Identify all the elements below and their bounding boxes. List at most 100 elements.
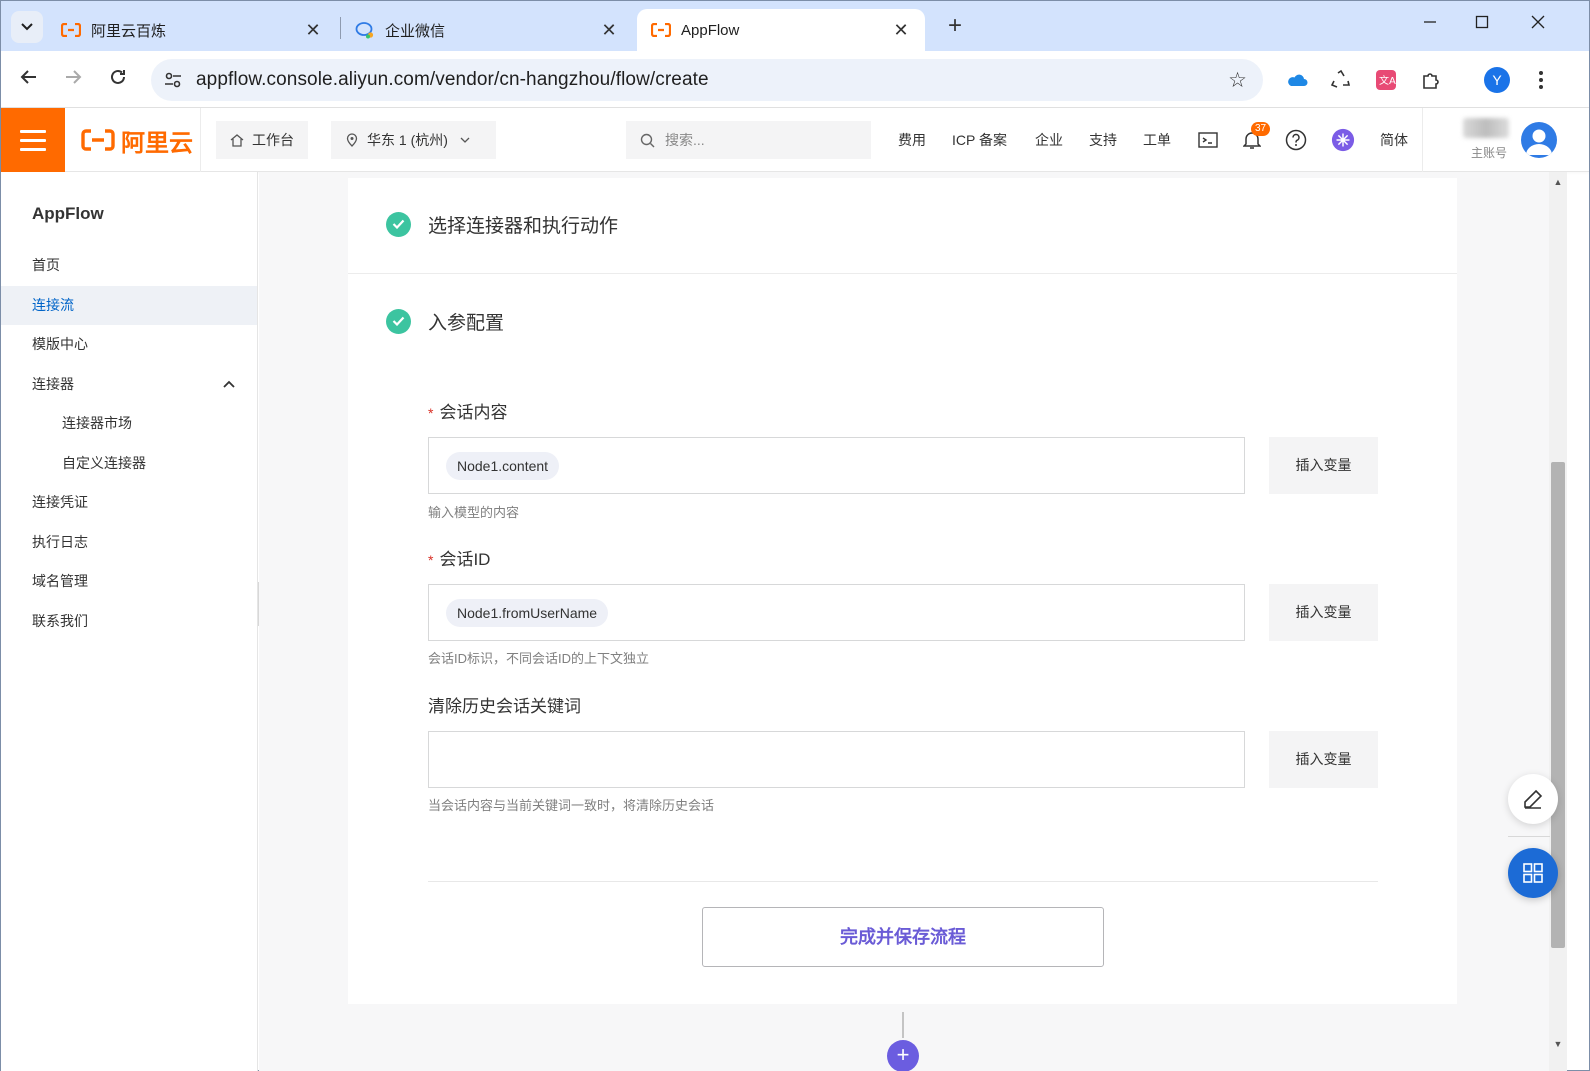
- sidebar-item-domains[interactable]: 域名管理: [1, 562, 257, 601]
- wecom-icon: [355, 20, 375, 40]
- address-bar[interactable]: appflow.console.aliyun.com/vendor/cn-han…: [151, 59, 1263, 101]
- tab-wecom[interactable]: 企业微信 ✕: [341, 9, 633, 51]
- required-asterisk: *: [428, 405, 434, 421]
- field-help-text: 会话ID标识，不同会话ID的上下文独立: [428, 651, 650, 666]
- tab-appflow[interactable]: AppFlow ✕: [637, 9, 925, 51]
- console-search-input[interactable]: 搜索...: [626, 121, 871, 159]
- region-selector[interactable]: 华东 1 (杭州): [331, 121, 496, 159]
- help-icon[interactable]: [1284, 128, 1308, 152]
- sidebar-item-connector-market[interactable]: 连接器市场: [1, 404, 257, 443]
- ai-assistant-icon[interactable]: [1331, 128, 1355, 152]
- close-icon: [1531, 15, 1545, 29]
- tab-search-button[interactable]: [11, 11, 43, 43]
- sidebar-item-flows[interactable]: 连接流: [1, 286, 257, 325]
- svg-text:文A: 文A: [1379, 74, 1396, 87]
- field-help-text: 当会话内容与当前关键词一致时，将清除历史会话: [428, 798, 715, 813]
- translate-extension-icon[interactable]: 文A: [1373, 67, 1399, 93]
- minimize-button[interactable]: [1415, 13, 1445, 39]
- header-link-support[interactable]: 支持: [1089, 130, 1117, 150]
- chevron-down-icon: [460, 137, 470, 143]
- step-divider: [348, 273, 1457, 274]
- sidebar-item-connectors[interactable]: 连接器: [1, 365, 257, 404]
- logo-text: 阿里云: [121, 129, 193, 157]
- step-label: 选择连接器和执行动作: [428, 215, 619, 237]
- console-header: 阿里云 工作台 华东 1 (杭州) 搜索... 费用 ICP 备案 企业 支持 …: [1, 108, 1589, 172]
- chevron-down-icon: [21, 23, 33, 31]
- apps-grid-button[interactable]: [1508, 848, 1558, 898]
- extensions-puzzle-icon[interactable]: [1418, 67, 1444, 93]
- onedrive-cloud-icon[interactable]: [1284, 67, 1310, 93]
- field-label-clear-keyword: 清除历史会话关键词: [428, 697, 581, 716]
- close-window-button[interactable]: [1523, 13, 1553, 39]
- arrow-right-icon: [66, 70, 82, 84]
- close-icon[interactable]: ✕: [599, 20, 619, 40]
- sidebar-item-label: 连接器: [32, 376, 74, 392]
- aliyun-icon: [61, 20, 81, 40]
- header-link-billing[interactable]: 费用: [898, 130, 926, 150]
- content-input[interactable]: Node1.content: [428, 437, 1245, 494]
- workbench-label: 工作台: [252, 132, 294, 148]
- forward-button[interactable]: [59, 65, 87, 93]
- add-node-button[interactable]: +: [887, 1040, 919, 1071]
- header-link-icp[interactable]: ICP 备案: [952, 130, 1007, 150]
- close-icon[interactable]: ✕: [303, 20, 323, 40]
- back-button[interactable]: [15, 65, 43, 93]
- scroll-down-arrow[interactable]: ▼: [1551, 1039, 1565, 1053]
- aliyun-logo[interactable]: 阿里云: [81, 126, 193, 157]
- step-select-connector[interactable]: 选择连接器和执行动作: [386, 209, 618, 239]
- user-avatar[interactable]: [1521, 122, 1557, 158]
- recycle-extension-icon[interactable]: [1328, 67, 1354, 93]
- step-label: 入参配置: [428, 312, 505, 334]
- new-tab-button[interactable]: +: [941, 13, 969, 41]
- header-link-ticket[interactable]: 工单: [1143, 130, 1171, 150]
- language-switch[interactable]: 简体: [1380, 130, 1408, 150]
- sidebar-item-custom-connectors[interactable]: 自定义连接器: [1, 444, 257, 483]
- close-icon[interactable]: ✕: [891, 20, 911, 40]
- header-divider: [200, 108, 201, 172]
- url-text[interactable]: appflow.console.aliyun.com/vendor/cn-han…: [196, 69, 709, 91]
- region-label: 华东 1 (杭州): [367, 132, 448, 148]
- more-menu-icon[interactable]: [1528, 67, 1554, 93]
- search-icon: [640, 133, 655, 147]
- variable-chip[interactable]: Node1.content: [446, 452, 560, 480]
- sidebar: AppFlow 首页 连接流 模版中心 连接器 连接器市场 自定义连接器 连接凭…: [1, 172, 258, 1071]
- insert-variable-button[interactable]: 插入变量: [1269, 731, 1378, 788]
- form-divider: [428, 881, 1378, 882]
- sidebar-item-templates[interactable]: 模版中心: [1, 325, 257, 364]
- profile-avatar[interactable]: Y: [1484, 67, 1510, 93]
- maximize-button[interactable]: [1467, 13, 1497, 39]
- workbench-button[interactable]: 工作台: [216, 121, 308, 159]
- insert-variable-button[interactable]: 插入变量: [1269, 437, 1378, 494]
- field-label-content: * 会话内容: [428, 403, 508, 422]
- tab-title: AppFlow: [681, 21, 740, 39]
- step-input-params[interactable]: 入参配置: [386, 306, 504, 336]
- flow-connector-line: [902, 1012, 904, 1038]
- scroll-up-arrow[interactable]: ▲: [1551, 177, 1565, 191]
- flow-config-card: 选择连接器和执行动作 入参配置 * 会话内容 Node1.content 插入变量…: [348, 178, 1457, 1004]
- header-link-enterprise[interactable]: 企业: [1035, 130, 1063, 150]
- variable-chip[interactable]: Node1.fromUserName: [446, 599, 609, 627]
- terminal-icon[interactable]: [1196, 128, 1220, 152]
- check-circle-icon: [386, 211, 411, 237]
- field-label-session-id: * 会话ID: [428, 550, 491, 569]
- site-info-icon[interactable]: [163, 70, 183, 90]
- sidebar-item-execution-logs[interactable]: 执行日志: [1, 523, 257, 562]
- save-flow-button[interactable]: 完成并保存流程: [702, 907, 1104, 967]
- sidebar-title: AppFlow: [32, 204, 104, 223]
- sidebar-item-home[interactable]: 首页: [1, 246, 257, 285]
- clear-keyword-input[interactable]: [428, 731, 1245, 788]
- insert-variable-button[interactable]: 插入变量: [1269, 584, 1378, 641]
- sidebar-item-contact[interactable]: 联系我们: [1, 602, 257, 641]
- grid-icon: [1523, 863, 1543, 883]
- maximize-icon: [1475, 15, 1489, 29]
- tab-bailian[interactable]: 阿里云百炼 ✕: [47, 9, 337, 51]
- sidebar-item-credentials[interactable]: 连接凭证: [1, 483, 257, 522]
- reload-button[interactable]: [104, 65, 132, 93]
- feedback-edit-button[interactable]: [1508, 774, 1558, 824]
- bookmark-star-icon[interactable]: ☆: [1228, 68, 1247, 93]
- hamburger-menu-button[interactable]: [1, 108, 65, 172]
- main-content: 选择连接器和执行动作 入参配置 * 会话内容 Node1.content 插入变量…: [259, 172, 1549, 1071]
- session-id-input[interactable]: Node1.fromUserName: [428, 584, 1245, 641]
- chevron-up-icon[interactable]: [223, 365, 235, 404]
- browser-window: 阿里云百炼 ✕ 企业微信 ✕ AppFlow ✕ + appflow.conso…: [0, 0, 1590, 1071]
